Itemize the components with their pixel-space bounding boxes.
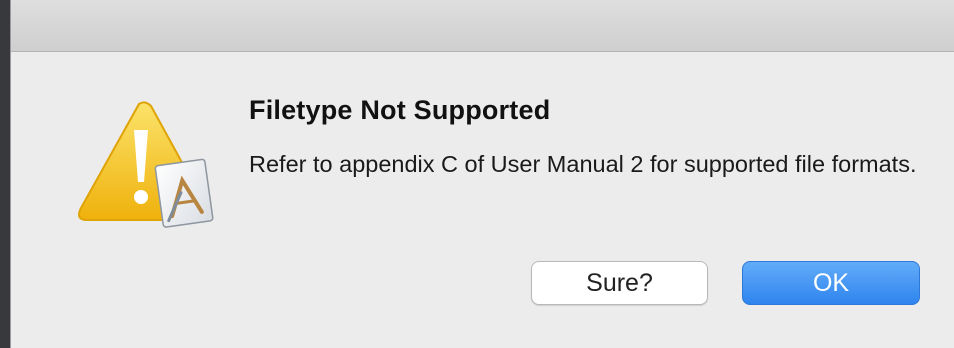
dialog-message: Refer to appendix C of User Manual 2 for… [249, 151, 917, 177]
warning-icon [69, 96, 219, 236]
screen: Filetype Not Supported Refer to appendix… [0, 0, 954, 348]
alert-dialog: Filetype Not Supported Refer to appendix… [10, 0, 954, 348]
dialog-titlebar[interactable] [11, 0, 954, 52]
sure-button[interactable]: Sure? [531, 261, 708, 305]
ok-button[interactable]: OK [742, 261, 920, 305]
dialog-title: Filetype Not Supported [249, 95, 551, 125]
warning-triangle-icon [78, 101, 214, 228]
